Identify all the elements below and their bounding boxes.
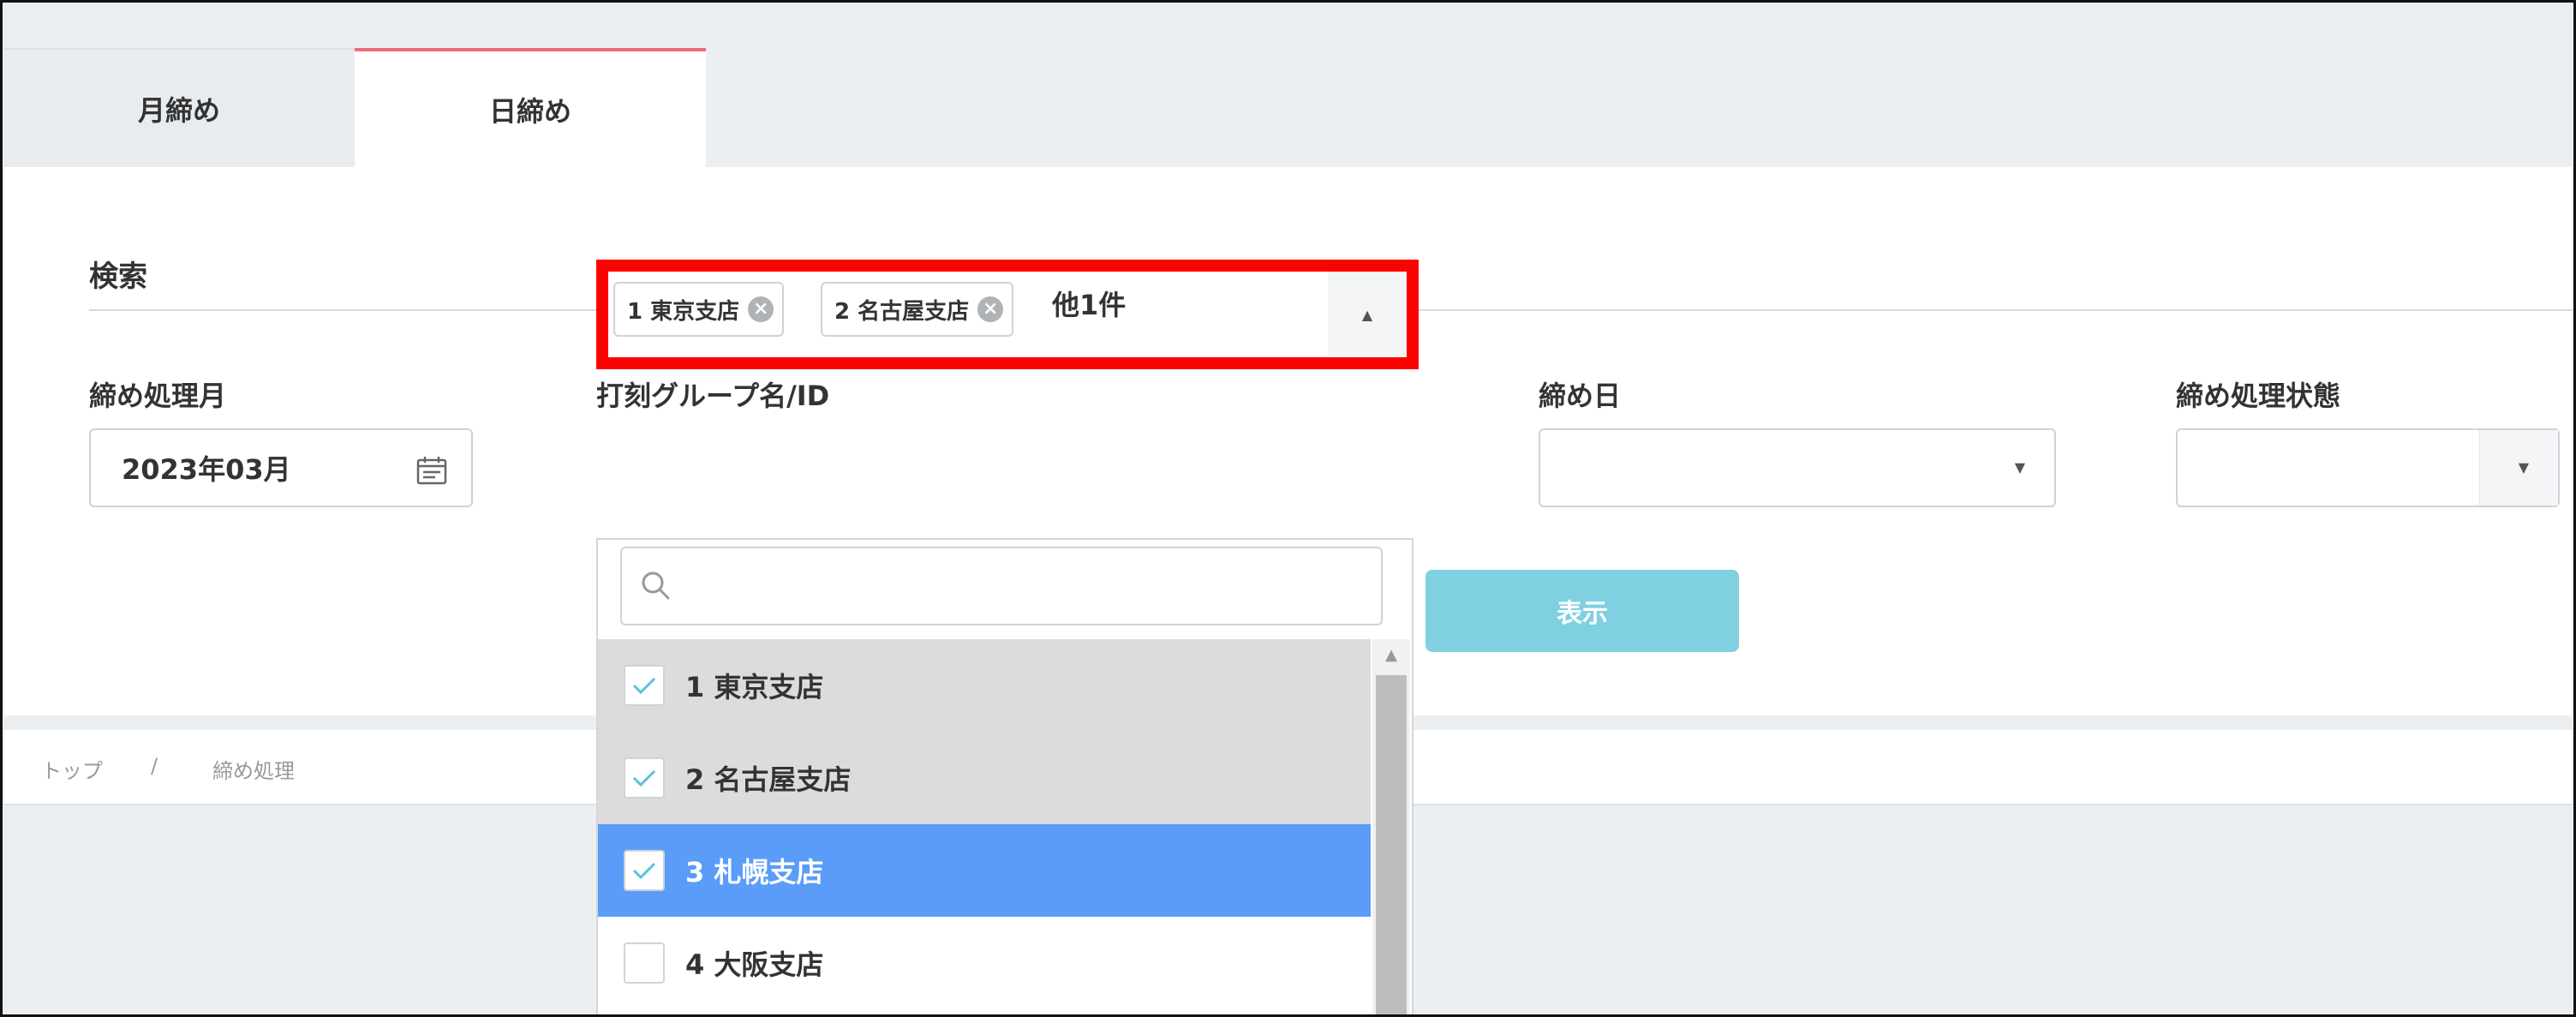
caret-down-icon: ▼ <box>2014 459 2025 476</box>
chip-label: 1 東京支店 <box>627 298 740 325</box>
check-icon <box>632 677 656 695</box>
option-label: 4 大阪支店 <box>685 948 824 981</box>
scrollbar[interactable]: ▲ <box>1372 639 1410 1017</box>
dropdown-options: 1 東京支店 2 名古屋支店 3 札幌支店 4 大阪支店 <box>598 639 1371 1009</box>
close-circle-icon[interactable]: × <box>977 296 1004 322</box>
checkbox[interactable] <box>624 757 665 799</box>
scrollbar-thumb[interactable] <box>1376 675 1407 1017</box>
month-label: 締め処理月 <box>89 380 227 412</box>
close-circle-icon[interactable]: × <box>748 296 774 322</box>
close-day-select[interactable]: ▼ <box>1539 428 2056 507</box>
checkbox[interactable] <box>624 665 665 706</box>
list-item[interactable]: 2 名古屋支店 <box>598 732 1371 824</box>
calendar-icon[interactable] <box>416 456 447 485</box>
show-button[interactable]: 表示 <box>1425 570 1739 652</box>
chip-tokyo: 1 東京支店 × <box>613 282 785 337</box>
month-picker[interactable]: 2023年03月 <box>89 428 473 507</box>
checkbox[interactable] <box>624 942 665 984</box>
status-label: 締め処理状態 <box>2176 380 2341 412</box>
section-title: 検索 <box>89 260 147 294</box>
list-item[interactable]: 1 東京支店 <box>598 639 1371 732</box>
checkbox[interactable] <box>624 850 665 891</box>
others-count: 他1件 <box>1052 289 1127 321</box>
caret-up-icon[interactable]: ▲ <box>1328 272 1407 357</box>
chip-nagoya: 2 名古屋支店 × <box>821 282 1014 337</box>
tab-daily-close[interactable]: 日締め <box>355 48 706 168</box>
caret-down-icon: ▼ <box>2518 459 2529 476</box>
check-icon <box>632 862 656 880</box>
tab-bar: 月締め 日締め <box>3 48 706 168</box>
check-icon <box>632 769 656 787</box>
breadcrumb-separator: / <box>151 754 158 778</box>
breadcrumb-home[interactable]: トップ <box>41 754 103 784</box>
option-label: 3 札幌支店 <box>685 856 824 888</box>
dropdown-search-input[interactable] <box>620 547 1383 625</box>
group-label: 打刻グループ名/ID <box>596 380 830 412</box>
list-item[interactable]: 4 大阪支店 <box>598 917 1371 1009</box>
status-select[interactable]: ▼ <box>2176 428 2560 507</box>
group-multiselect[interactable]: 1 東京支店 × 2 名古屋支店 × 他1件 ▲ <box>596 260 1419 369</box>
month-value: 2023年03月 <box>122 453 291 486</box>
option-label: 1 東京支店 <box>685 671 824 703</box>
search-icon <box>642 571 670 600</box>
list-item[interactable]: 3 札幌支店 <box>598 824 1371 917</box>
tab-monthly-close[interactable]: 月締め <box>3 48 355 168</box>
scroll-up-icon[interactable]: ▲ <box>1372 646 1410 667</box>
option-label: 2 名古屋支店 <box>685 763 852 796</box>
group-dropdown: 1 東京支店 2 名古屋支店 3 札幌支店 4 大阪支店 ▲ <box>596 538 1414 1017</box>
breadcrumb-current: 締め処理 <box>212 759 295 783</box>
chip-label: 2 名古屋支店 <box>834 298 970 325</box>
close-day-label: 締め日 <box>1539 380 1622 412</box>
